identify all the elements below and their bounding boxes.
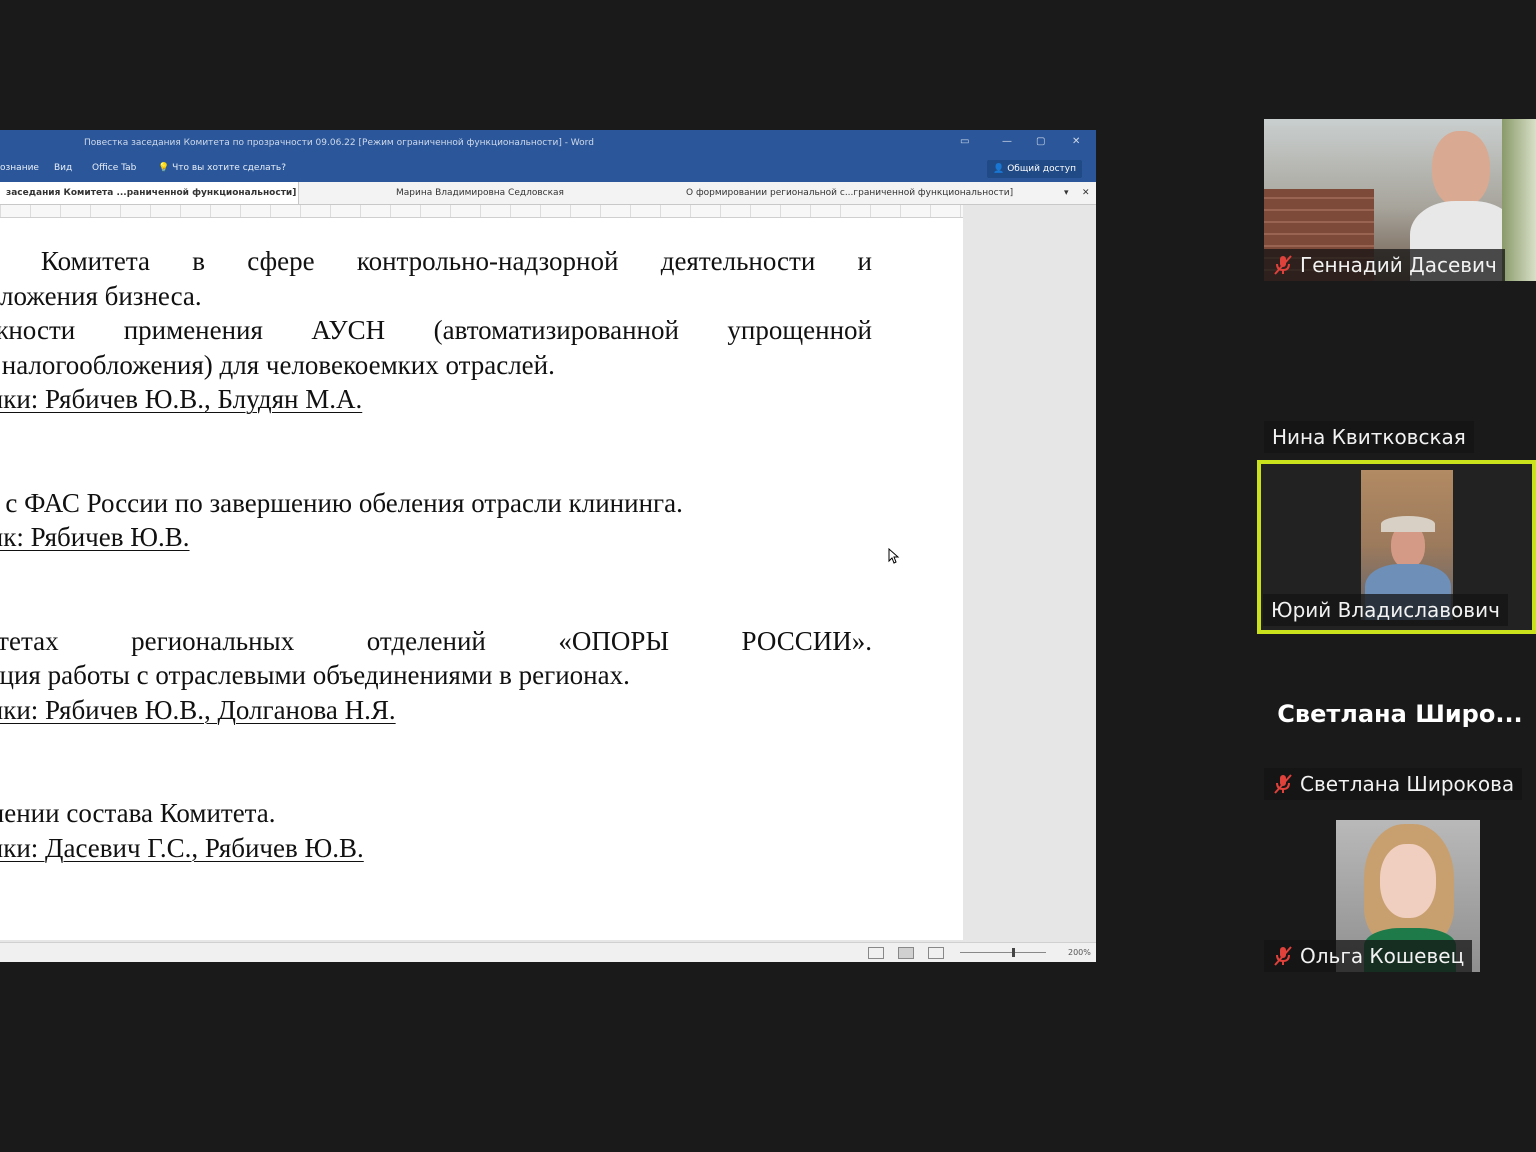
word-titlebar: Повестка заседания Комитета по прозрачно… [0,130,1096,156]
participant-name: Юрий Владиславович [1263,594,1508,626]
doc-speakers: ладчик: Рябичев Ю.В. [0,522,190,552]
participant-name-text: Светлана Широкова [1300,772,1515,796]
participant-name: Нина Квитковская [1264,421,1474,453]
doc-tab-1[interactable]: заседания Комитета ...раниченной функцио… [0,182,299,204]
tab-office-tab[interactable]: Office Tab [92,163,136,173]
minimize-icon[interactable]: — [1002,136,1012,147]
mouse-cursor-icon [888,548,900,564]
doc-tab-3[interactable]: О формировании региональной с...граничен… [668,182,1056,204]
participant-tile[interactable]: Ольга Кошевец [1264,810,1536,972]
tab-close-icon[interactable]: ✕ [1082,182,1094,204]
document-margin-area [963,218,1096,940]
doc-tab-3-label: О формировании региональной с...граничен… [686,188,1014,198]
tab-ribbon-1[interactable]: ознание [0,163,39,173]
doc-line: темы налогообложения) для человекоемких … [0,349,555,380]
document-text: аботе Комитета в сфере контрольно-надзор… [0,244,872,865]
participant-display-name: Светлана Широ... [1277,700,1523,728]
participant-tile[interactable]: Нина Квитковская [1264,291,1536,453]
doc-line: аботе с ФАС России по завершению обелени… [0,487,683,518]
maximize-icon[interactable]: ▢ [1036,136,1045,147]
doc-speakers: ладчики: Рябичев Ю.В., Блудян М.А. [0,384,363,414]
web-layout-icon[interactable] [928,947,944,959]
zoom-slider-thumb[interactable] [1012,948,1015,957]
window-plant [1502,119,1536,281]
document-page[interactable]: аботе Комитета в сфере контрольно-надзор… [0,218,963,940]
doc-tab-2[interactable]: Марина Владимировна Седловская [300,182,660,204]
lightbulb-icon: 💡 [158,163,170,173]
participant-name: Светлана Широкова [1264,768,1523,800]
doc-speakers: ладчики: Рябичев Ю.В., Долганова Н.Я. [0,694,396,725]
ribbon-tabs: ознание Вид Office Tab 💡 Что вы хотите с… [0,156,1096,182]
mic-muted-icon [1274,255,1292,275]
person-hair [1381,516,1435,532]
print-layout-icon[interactable] [898,947,914,959]
tab-list-icon[interactable]: ▾ [1064,182,1076,204]
doc-line: анизация работы с отраслевыми объединени… [0,660,630,690]
doc-line: аботе Комитета в сфере контрольно-надзор… [0,246,872,276]
shared-word-window: Повестка заседания Комитета по прозрачно… [0,130,1096,962]
share-button[interactable]: 👤 Общий доступ [987,160,1082,178]
person-face [1380,844,1436,918]
doc-line: Комитетах региональных отделений «ОПОРЫ … [0,625,872,656]
read-mode-icon[interactable] [868,947,884,959]
mic-muted-icon [1274,946,1292,966]
close-icon[interactable]: ✕ [1072,136,1080,147]
horizontal-ruler[interactable] [0,205,963,218]
participant-name: Ольга Кошевец [1264,940,1473,972]
mic-muted-icon [1274,774,1292,794]
ribbon-display-icon[interactable]: ▭ [960,136,969,147]
participant-name-text: Нина Квитковская [1272,425,1466,449]
document-tabs: заседания Комитета ...раниченной функцио… [0,182,1096,205]
zoom-slider[interactable] [960,952,1046,953]
tell-me-label: Что вы хотите сделать? [172,163,287,173]
tell-me-box[interactable]: 💡 Что вы хотите сделать? [158,163,286,173]
participant-name-text: Ольга Кошевец [1300,944,1465,968]
doc-line: огообложения бизнеса. [0,280,202,311]
zoom-level[interactable]: 200% [1068,948,1091,957]
share-label: Общий доступ [1007,164,1076,174]
participant-name-text: Юрий Владиславович [1271,598,1500,622]
participant-name-text: Геннадий Дасевич [1300,253,1497,277]
participant-tile-active[interactable]: Юрий Владиславович [1257,460,1536,634]
participant-tile[interactable]: Светлана Широ... Светлана Широкова [1264,638,1536,800]
tab-view[interactable]: Вид [54,163,72,173]
person-icon: 👤 [993,164,1005,174]
word-title: Повестка заседания Комитета по прозрачно… [84,138,594,148]
doc-line: озможности применения АУСН (автоматизиро… [0,315,872,345]
word-statusbar: 200% [0,942,1096,962]
person-face [1432,131,1490,207]
doc-line: изменении состава Комитета. [0,798,276,828]
doc-speakers: ладчики: Дасевич Г.С., Рябичев Ю.В. [0,832,364,863]
participant-name: Геннадий Дасевич [1264,249,1505,281]
doc-tab-2-label: Марина Владимировна Седловская [396,188,564,198]
participant-tile[interactable]: Геннадий Дасевич [1264,119,1536,281]
doc-tab-1-label: заседания Комитета ...раниченной функцио… [6,188,299,198]
